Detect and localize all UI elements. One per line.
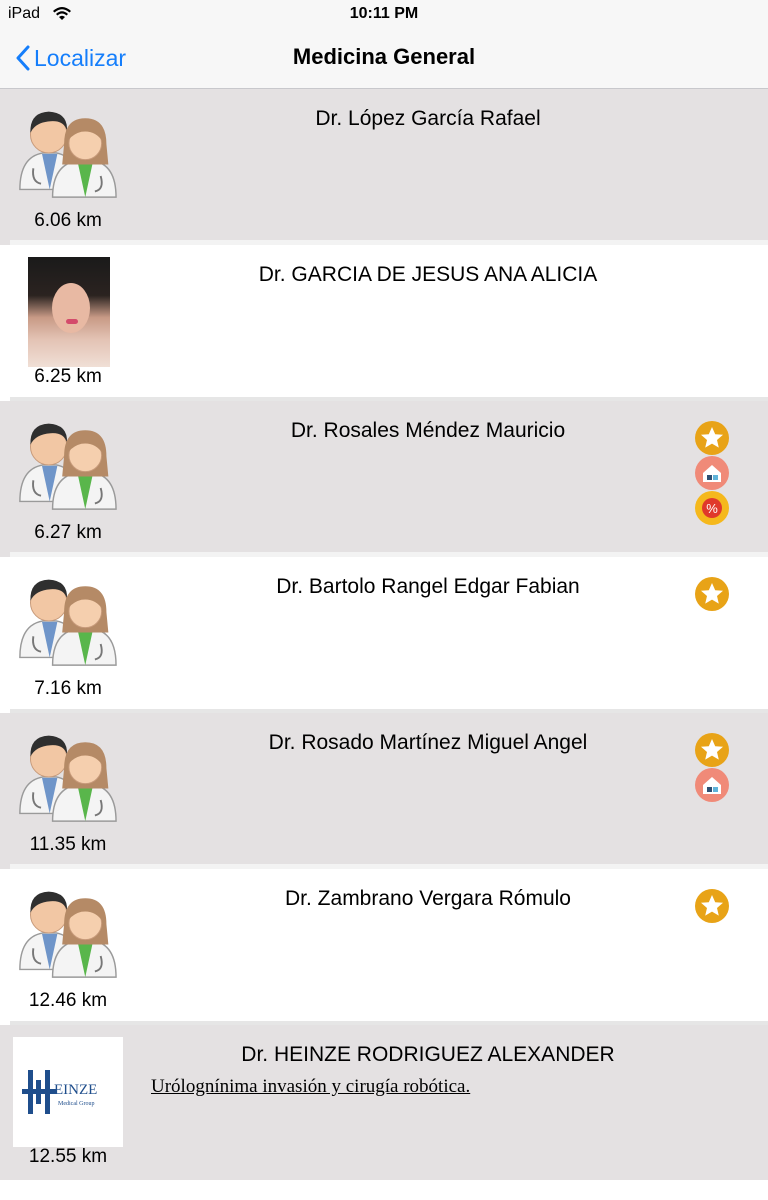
distance-label: 12.46 km	[28, 990, 108, 1011]
doctor-name: Dr. GARCIA DE JESUS ANA ALICIA	[258, 263, 598, 286]
doctor-row[interactable]: 12.46 km Dr. Zambrano Vergara Rómulo	[0, 869, 768, 1025]
distance-label: 6.06 km	[34, 210, 102, 231]
doctor-name: Dr. Bartolo Rangel Edgar Fabian	[276, 575, 580, 598]
clinic-logo: EINZE Medical Group	[13, 1037, 123, 1147]
home-icon	[695, 456, 729, 490]
doctor-specialty-link[interactable]: Urólognínima invasión y cirugía robótica…	[151, 1076, 470, 1098]
doctor-photo	[28, 257, 110, 367]
star-icon	[695, 733, 729, 767]
badge-stack	[695, 421, 731, 526]
doctor-row[interactable]: 6.06 km Dr. López García Rafael	[0, 89, 768, 245]
discount-icon	[695, 491, 729, 525]
home-icon	[695, 768, 729, 802]
doctor-name: Dr. Rosado Martínez Miguel Angel	[268, 731, 588, 754]
doctor-row[interactable]: 7.16 km Dr. Bartolo Rangel Edgar Fabian	[0, 557, 768, 713]
star-icon	[695, 421, 729, 455]
star-icon	[695, 889, 729, 923]
distance-label: 12.55 km	[28, 1146, 108, 1167]
svg-text:Medical Group: Medical Group	[58, 1101, 95, 1107]
doctor-name: Dr. López García Rafael	[315, 107, 541, 130]
doctors-avatar-icon	[18, 734, 118, 823]
doctor-name: Dr. HEINZE RODRIGUEZ ALEXANDER	[241, 1043, 615, 1066]
svg-text:EINZE: EINZE	[54, 1082, 97, 1098]
navigation-bar: Medicina General Localizar	[0, 30, 768, 89]
doctor-row[interactable]: 11.35 km Dr. Rosado Martínez Miguel Ange…	[0, 713, 768, 869]
distance-label: 6.25 km	[34, 366, 102, 387]
badge-stack	[695, 577, 731, 612]
badge-stack	[695, 733, 731, 803]
doctor-row[interactable]: EINZE Medical Group 12.55 km Dr. HEINZE …	[0, 1025, 768, 1181]
doctors-avatar-icon	[18, 890, 118, 979]
next-row-peek	[0, 1180, 768, 1200]
badge-stack	[695, 889, 731, 924]
doctor-name: Dr. Zambrano Vergara Rómulo	[285, 887, 571, 910]
doctors-avatar-icon	[18, 110, 118, 199]
status-bar: iPad 10:11 PM	[0, 0, 768, 30]
distance-label: 11.35 km	[29, 834, 107, 855]
star-icon	[695, 577, 729, 611]
distance-label: 6.27 km	[34, 522, 102, 543]
status-time: 10:11 PM	[349, 5, 419, 22]
doctors-avatar-icon	[18, 578, 118, 667]
doctor-name: Dr. Rosales Méndez Mauricio	[290, 419, 566, 442]
back-label: Localizar	[34, 44, 127, 71]
doctors-avatar-icon	[18, 422, 118, 511]
chevron-left-icon	[16, 45, 30, 71]
doctor-list: 6.06 km Dr. López García Rafael 6.25 km …	[0, 89, 768, 1181]
doctor-row[interactable]: 6.27 km Dr. Rosales Méndez Mauricio	[0, 401, 768, 557]
doctor-row[interactable]: 6.25 km Dr. GARCIA DE JESUS ANA ALICIA	[0, 245, 768, 401]
distance-label: 7.16 km	[34, 678, 102, 699]
back-button[interactable]: Localizar	[16, 42, 126, 74]
